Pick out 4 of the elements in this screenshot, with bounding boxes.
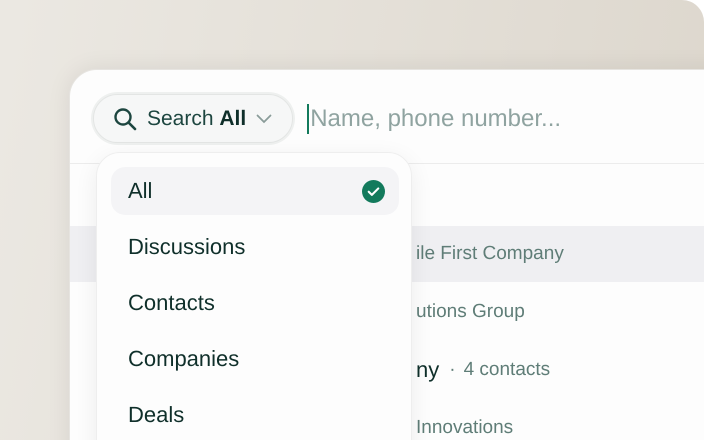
separator-dot: ·: [449, 359, 456, 381]
result-subtitle: ile First Company: [416, 243, 564, 265]
result-title: ny: [416, 357, 440, 383]
result-meta: 4 contacts: [464, 359, 550, 381]
